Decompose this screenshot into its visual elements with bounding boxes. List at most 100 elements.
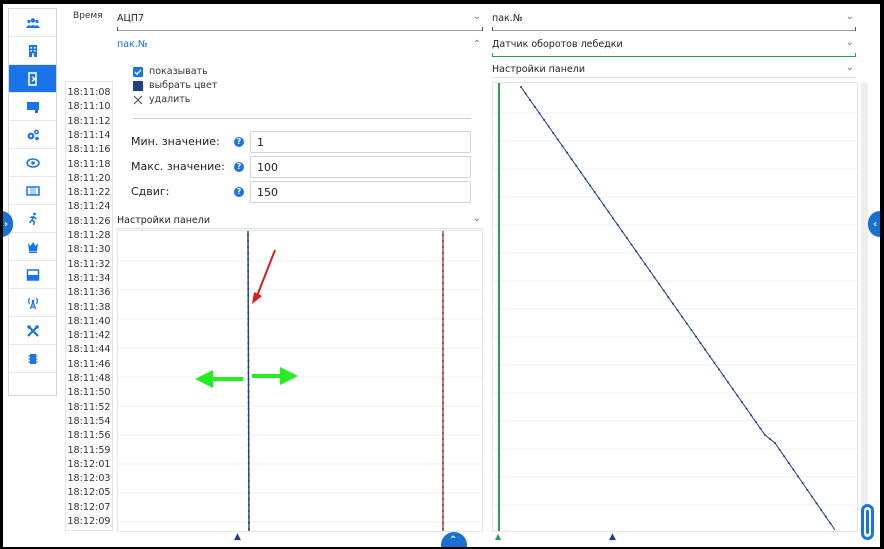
sidebar-item-monitor[interactable] [9,93,56,121]
series-point [708,355,711,358]
series-point [754,420,757,423]
series-point [247,288,250,290]
shift-label: Сдвиг: [131,185,170,198]
chevron-down-icon: ⌄ [472,11,481,22]
shift-input[interactable] [250,181,471,203]
series-point [566,151,569,154]
series-point [783,455,786,458]
series-point [247,282,250,284]
series-point [769,438,771,440]
series-options-panel: показывать выбрать цвет удалить Мин. зна… [117,51,483,211]
right-panel-toggle[interactable]: ‹ [868,211,880,237]
left-plot[interactable] [117,230,483,532]
series-point [787,462,790,465]
time-row: 18:11:28 [67,230,111,241]
series-point [442,276,444,278]
sidebar-item-antenna[interactable] [9,289,56,317]
pick-color-option[interactable]: выбрать цвет [133,80,217,91]
series-point [442,234,444,236]
expand-bottom-button[interactable]: ⌃ [441,532,467,547]
left-plot-canvas [118,230,482,532]
series-point [442,474,444,476]
series-point [247,468,250,470]
series-point [442,414,444,416]
series-point [552,131,555,134]
help-icon[interactable]: ? [234,162,244,172]
right-plot[interactable] [492,82,858,534]
time-row: 18:12:05 [67,487,111,499]
series-point [442,342,444,344]
series-point [815,502,818,505]
left-cursor-marker[interactable]: ▲ [234,532,241,542]
sidebar-item-video[interactable] [9,177,56,205]
series-point [685,322,688,325]
green-cursor-marker[interactable]: ▲ [495,532,501,541]
series-point [247,510,250,512]
right-panel-settings[interactable]: Настройки панели ⌄ [492,62,856,78]
series-point [247,234,250,236]
series-point [635,250,638,253]
series-point [247,276,250,278]
series-point [797,475,800,478]
users-icon [25,17,40,28]
left-panel-settings[interactable]: Настройки панели ⌄ [117,213,483,229]
series-point [247,258,250,260]
right-channel-select[interactable]: пак.№ ⌄ [492,9,856,31]
help-icon[interactable]: ? [234,187,244,197]
series-point [644,263,647,266]
eye-icon [25,157,40,168]
sidebar-item-activity[interactable] [9,205,56,233]
series-point [247,372,250,374]
sidebar-item-users[interactable] [9,9,56,37]
right-cursor-marker[interactable]: ▲ [609,532,616,542]
delete-option[interactable]: удалить [133,94,190,105]
series-point [247,384,250,386]
right-param-select[interactable]: Датчик оборотов лебедки ⌄ [492,35,856,57]
options-divider [133,118,471,119]
series-point [579,171,582,174]
series-point [442,348,444,350]
series-point [442,360,444,362]
series-point [247,294,250,296]
sidebar-item-tools[interactable] [9,317,56,345]
sidebar-item-inbox[interactable] [9,261,56,289]
sidebar-item-crown[interactable] [9,233,56,261]
max-value-input[interactable] [250,156,471,178]
sidebar-item-exit[interactable] [9,65,56,93]
time-row: 18:11:14 [67,129,111,141]
series-point [247,528,250,530]
series-point [442,504,444,506]
zoom-handle[interactable] [861,504,874,540]
series-point [442,432,444,434]
time-row: 18:12:03 [67,473,111,485]
series-point [612,217,615,220]
tools-icon [26,324,39,337]
time-row: 18:11:24 [67,201,111,213]
show-option-label: показывать [149,66,208,77]
series-point [442,300,444,302]
series-point [801,482,804,485]
show-option[interactable]: показывать [133,66,208,77]
series-point [731,388,734,391]
min-value-input[interactable] [250,131,471,153]
time-row: 18:11:22 [67,187,111,199]
series-point [247,264,250,266]
series-point [589,184,592,187]
sidebar-item-view[interactable] [9,149,56,177]
series-point [778,448,781,451]
sidebar-item-chip[interactable] [9,345,56,373]
series-point [671,302,674,305]
right-channel-value: пак.№ [492,13,523,24]
series-point [442,264,444,266]
time-row: 18:11:36 [67,287,111,299]
series-point [442,522,444,524]
left-channel-select[interactable]: АЦП7 ⌄ [117,9,483,31]
series-point [442,312,444,314]
series-point [442,396,444,398]
sidebar-item-gears[interactable] [9,121,56,149]
help-icon[interactable]: ? [234,137,244,147]
time-column-header: Время [73,11,103,21]
sidebar-item-building[interactable] [9,37,56,65]
vertical-scrollbar[interactable] [861,82,868,532]
min-value-label: Мин. значение: [131,135,220,148]
